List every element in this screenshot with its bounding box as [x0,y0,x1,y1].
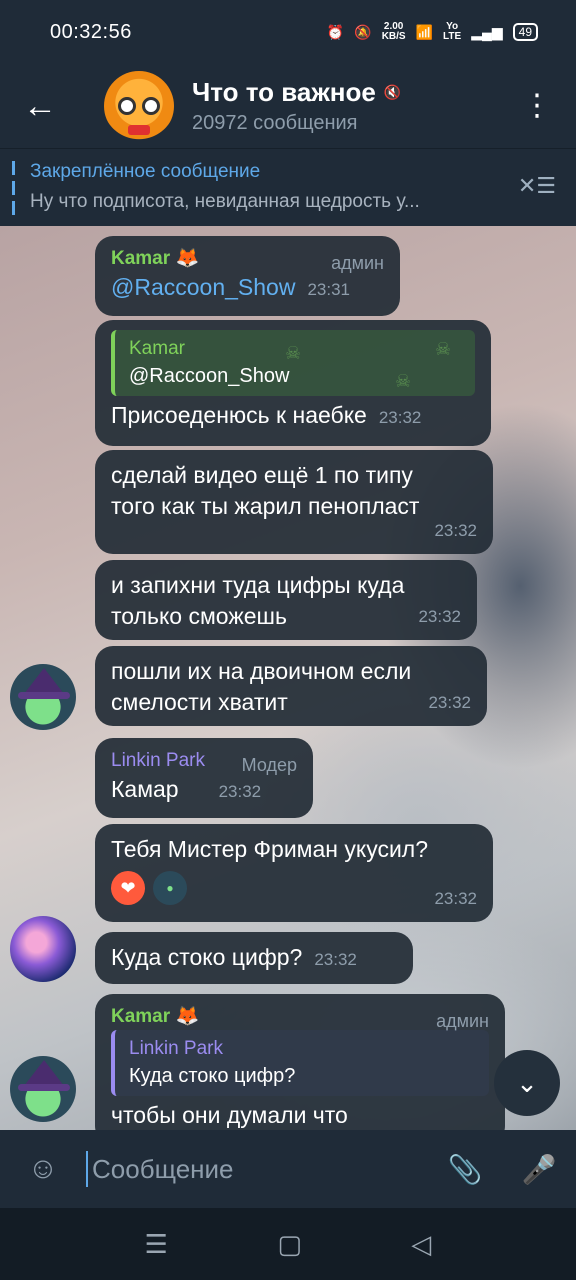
message-time: 23:32 [434,889,477,908]
pinned-text: Ну что подписота, невиданная щедрость у.… [30,191,420,212]
message-text-line: того как ты жарил пенопласт [111,493,420,519]
wifi-icon: 📶 [415,23,434,40]
message-input[interactable] [86,1151,428,1187]
sticker-pattern-icon: ☠ [435,339,452,359]
paperclip-icon: 📎 [447,1153,483,1185]
reactor-avatar[interactable]: ● [153,871,187,905]
back-nav-icon[interactable]: ◁ [411,1229,431,1260]
recent-apps-icon[interactable]: ☰ [145,1229,168,1260]
avatar-bowtie [128,125,150,135]
message-bubble[interactable]: ☠ ☠ ☠ Kamar @Raccoon_Show Присоеденюсь к… [95,320,491,446]
message-time: 23:32 [378,408,422,427]
emoji-icon: ☺ [27,1152,59,1185]
message-bubble[interactable]: Куда стоко цифр? 23:32 [95,932,413,984]
wizard-hat [24,1060,64,1086]
microphone-icon: 🎤 [521,1153,557,1185]
message-text-line: пошли их на двоичном если [111,658,412,684]
message-text: Тебя Мистер Фриман укусил? [111,836,429,862]
fox-emoji-icon: 🦊 [175,1006,200,1027]
chat-info[interactable]: Что то важное 🔇 20972 сообщения [192,77,401,135]
pinned-indicator [12,161,15,215]
system-navigation-bar: ☰ ▢ ◁ [0,1208,576,1280]
message-input-bar: ☺ 📎 🎤 [0,1130,576,1208]
signal-icon: ▂▄▆ [471,23,503,40]
message-time: 23:32 [418,607,461,626]
message-text: Куда стоко цифр? [111,944,303,970]
message-time: 23:32 [428,693,471,712]
mute-bell-icon: 🔕 [354,23,372,40]
message-sender[interactable]: Kamar 🦊 [111,1004,489,1030]
voice-message-button[interactable]: 🎤 [502,1130,576,1208]
message-time: 23:31 [307,280,350,299]
more-menu-button[interactable]: ⋮ [522,86,552,126]
avatar-eye [118,97,136,115]
net-speed: 2.00 KB/S [381,21,406,42]
chat-avatar[interactable] [104,71,174,141]
chat-title: Что то важное [192,77,376,107]
message-text: Присоеденюсь к наебке [111,402,367,428]
chat-header: ← Что то важное 🔇 20972 сообщения ⋮ [0,64,576,148]
status-time: 00:32:56 [50,20,132,43]
message-time: 23:32 [314,950,357,969]
attach-button[interactable]: 📎 [428,1130,502,1208]
message-text: Камар [111,776,179,802]
emoji-button[interactable]: ☺ [0,1130,86,1208]
alarm-icon: ⏰ [326,23,345,40]
chat-subtitle: 20972 сообщения [192,112,358,134]
message-text-line: смелости хватит [111,689,288,715]
pinned-list-icon[interactable]: ✕☰ [518,173,556,199]
user-avatar[interactable] [10,664,76,730]
message-bubble[interactable]: и запихни туда цифры куда только сможешь… [95,560,477,640]
message-text-line: только сможешь [111,603,287,629]
wizard-hat [24,668,64,694]
status-icons: ⏰ 🔕 2.00 KB/S 📶 Yo LTE ▂▄▆ 49 [327,22,538,42]
message-bubble[interactable]: Linkin Park Модер Камар 23:32 [95,738,313,818]
message-text-line: и запихни туда цифры куда [111,572,405,598]
sender-role: админ [331,253,384,273]
user-avatar[interactable] [10,1056,76,1122]
reply-sender: Linkin Park [129,1038,223,1059]
muted-icon: 🔇 [383,84,402,100]
message-bubble[interactable]: Kamar 🦊 админ @Raccoon_Show 23:31 [95,236,400,316]
more-vertical-icon: ⋮ [522,89,552,122]
avatar-eye [142,97,160,115]
message-bubble[interactable]: пошли их на двоичном если смелости хвати… [95,646,487,726]
lte-indicator: Yo LTE [443,21,462,42]
message-text: чтобы они думали что [111,1102,348,1128]
reactions-row: ❤ ● [111,871,477,905]
arrow-left-icon: ← [23,86,57,125]
pinned-message-bar[interactable]: Закреплённое сообщение Ну что подписота,… [0,148,576,226]
chat-title-row: Что то важное 🔇 [192,77,401,108]
user-avatar[interactable] [10,916,76,982]
message-time: 23:32 [218,782,262,801]
reply-quote[interactable]: Linkin Park Куда стоко цифр? [111,1030,489,1096]
reply-quote[interactable]: ☠ ☠ ☠ Kamar @Raccoon_Show [111,330,475,396]
message-bubble[interactable]: Kamar 🦊 админ Linkin Park Куда стоко циф… [95,994,505,1130]
reply-text: Куда стоко цифр? [129,1065,296,1087]
pinned-title: Закреплённое сообщение [30,161,261,182]
sticker-pattern-icon: ☠ [395,371,412,391]
fox-emoji-icon: 🦊 [175,248,200,269]
message-text-line: сделай видео ещё 1 по типу [111,462,413,488]
message-time: 23:32 [434,521,477,540]
heart-reaction-icon[interactable]: ❤ [111,871,145,905]
home-icon[interactable]: ▢ [277,1229,302,1260]
battery-indicator: 49 [512,23,538,41]
chat-messages[interactable]: Kamar 🦊 админ @Raccoon_Show 23:31 ☠ ☠ ☠ K… [0,226,576,1130]
sticker-pattern-icon: ☠ [285,343,302,363]
wizard-hat-brim [18,1084,70,1091]
back-button[interactable]: ← [0,64,80,148]
status-bar: 00:32:56 ⏰ 🔕 2.00 KB/S 📶 Yo LTE ▂▄▆ 49 [0,0,576,64]
mention-link[interactable]: @Raccoon_Show [111,274,295,300]
sender-role: Модер [241,755,297,775]
chevron-down-icon: ⌄ [516,1067,538,1098]
scroll-down-button[interactable]: ⌄ [494,1050,560,1116]
message-bubble[interactable]: сделай видео ещё 1 по типу того как ты ж… [95,450,493,554]
wizard-hat-brim [18,692,70,699]
message-bubble[interactable]: Тебя Мистер Фриман укусил? ❤ ● 23:32 [95,824,493,922]
